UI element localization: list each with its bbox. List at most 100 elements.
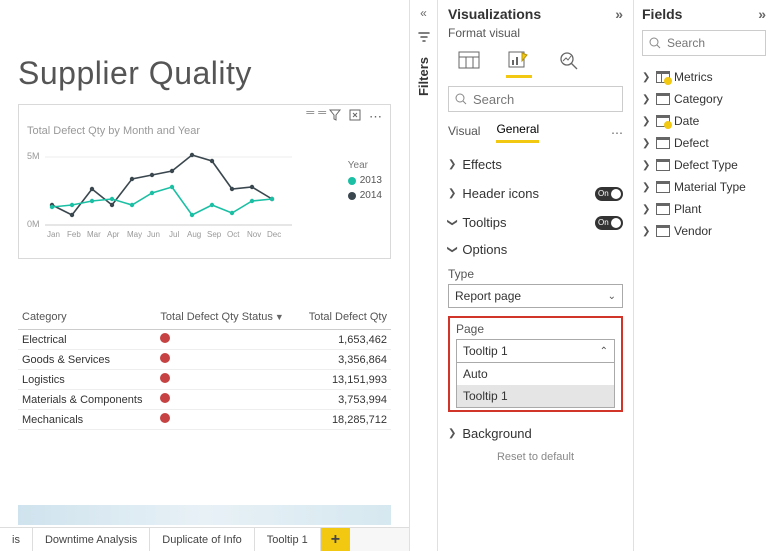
- subtab-visual[interactable]: Visual: [448, 124, 480, 142]
- format-visual-tab[interactable]: [504, 48, 534, 72]
- build-visual-tab[interactable]: [454, 48, 484, 72]
- reset-to-default-link[interactable]: Reset to default: [448, 451, 623, 463]
- field-item-defect-type[interactable]: ❯Defect Type: [642, 154, 766, 176]
- highlighted-page-option: Page Tooltip 1 ⌃ Auto Tooltip 1: [448, 316, 623, 412]
- chevron-right-icon: ❯: [642, 116, 652, 127]
- chart-title: Total Defect Qty by Month and Year: [27, 125, 382, 137]
- field-label: Material Type: [674, 180, 746, 194]
- search-icon: [649, 37, 661, 49]
- field-item-metrics[interactable]: ❯Metrics: [642, 66, 766, 88]
- section-tooltips[interactable]: ❯ Tooltips On: [448, 215, 623, 230]
- tab-downtime-analysis[interactable]: Downtime Analysis: [33, 528, 150, 551]
- chevron-down-icon: ⌄: [608, 291, 616, 302]
- field-item-material-type[interactable]: ❯ Material Type: [642, 176, 766, 198]
- more-options-icon[interactable]: ⋯: [369, 109, 382, 125]
- expand-filters-icon[interactable]: «: [420, 6, 427, 20]
- drag-handle-icon[interactable]: ══: [306, 107, 330, 119]
- svg-text:Nov: Nov: [247, 230, 261, 239]
- type-label: Type: [448, 267, 623, 281]
- tooltips-toggle[interactable]: On: [595, 216, 623, 230]
- field-item-plant[interactable]: ❯Plant: [642, 198, 766, 220]
- page-select-options: Auto Tooltip 1: [456, 363, 615, 408]
- col-qty[interactable]: Total Defect Qty: [298, 309, 391, 330]
- tab-duplicate-of-info[interactable]: Duplicate of Info: [150, 528, 255, 551]
- page-select[interactable]: Tooltip 1 ⌃: [456, 339, 615, 363]
- more-format-options-icon[interactable]: ⋯: [611, 126, 623, 140]
- section-options[interactable]: ❯ Options: [448, 242, 623, 257]
- add-page-button[interactable]: +: [321, 528, 350, 551]
- filters-label[interactable]: Filters: [416, 57, 431, 96]
- field-label: Metrics: [674, 70, 713, 84]
- chevron-right-icon: ❯: [642, 94, 652, 105]
- chevron-right-icon: ❯: [448, 188, 456, 199]
- fields-search-input[interactable]: Search: [642, 30, 766, 56]
- tab-partial[interactable]: is: [0, 528, 33, 551]
- visualizations-title: Visualizations: [448, 6, 541, 22]
- filter-icon[interactable]: [329, 109, 341, 125]
- field-item-defect[interactable]: ❯Defect: [642, 132, 766, 154]
- focus-mode-icon[interactable]: [349, 109, 361, 125]
- sort-descending-icon: ▼: [275, 312, 284, 322]
- field-item-vendor[interactable]: ❯Vendor: [642, 220, 766, 242]
- report-canvas: Supplier Quality ══ ⋯ Total Defect Qty b…: [0, 0, 410, 551]
- chevron-right-icon: ❯: [642, 160, 652, 171]
- table-icon: [656, 159, 670, 171]
- chevron-right-icon: ❯: [642, 182, 652, 193]
- table-icon: [656, 115, 670, 127]
- field-item-category[interactable]: ❯ Category: [642, 88, 766, 110]
- svg-text:Apr: Apr: [107, 230, 120, 239]
- line-chart-visual[interactable]: ══ ⋯ Total Defect Qty by Month and Year …: [18, 104, 391, 259]
- collapse-pane-icon[interactable]: »: [615, 6, 623, 22]
- subtab-general[interactable]: General: [496, 122, 539, 143]
- svg-text:Feb: Feb: [67, 230, 81, 239]
- section-header-icons[interactable]: ❯ Header icons On: [448, 186, 623, 201]
- header-icons-toggle[interactable]: On: [595, 187, 623, 201]
- tab-tooltip-1[interactable]: Tooltip 1: [255, 528, 321, 551]
- col-status[interactable]: Total Defect Qty Status▼: [156, 309, 298, 330]
- status-indicator-icon: [160, 413, 170, 423]
- status-indicator-icon: [160, 333, 170, 343]
- visualizations-pane: Visualizations » Format visual Search Vi…: [438, 0, 634, 551]
- table-row[interactable]: Materials & Components3,753,994: [18, 390, 391, 410]
- svg-text:Jul: Jul: [169, 230, 179, 239]
- svg-text:0M: 0M: [27, 219, 40, 229]
- chevron-right-icon: ❯: [642, 138, 652, 149]
- table-row[interactable]: Electrical1,653,462: [18, 330, 391, 350]
- type-select[interactable]: Report page ⌄: [448, 284, 623, 308]
- col-category[interactable]: Category: [18, 309, 156, 330]
- status-indicator-icon: [160, 373, 170, 383]
- analytics-tab[interactable]: [554, 48, 584, 72]
- page-option-tooltip-1[interactable]: Tooltip 1: [457, 385, 614, 407]
- table-row[interactable]: Goods & Services3,356,864: [18, 350, 391, 370]
- field-label: Plant: [674, 202, 701, 216]
- chevron-right-icon: ❯: [448, 428, 456, 439]
- table-icon: [656, 181, 670, 193]
- chevron-down-icon: ❯: [447, 245, 458, 253]
- chevron-right-icon: ❯: [448, 159, 456, 170]
- chevron-up-icon: ⌃: [600, 346, 608, 357]
- svg-text:May: May: [127, 230, 142, 239]
- section-background[interactable]: ❯ Background: [448, 426, 623, 441]
- table-row[interactable]: Mechanicals18,285,712: [18, 410, 391, 430]
- collapse-fields-icon[interactable]: »: [758, 6, 766, 22]
- fields-pane: Fields » Search ❯Metrics❯Category❯Date❯D…: [634, 0, 774, 551]
- field-label: Category: [674, 92, 723, 106]
- table-row[interactable]: Logistics13,151,993: [18, 370, 391, 390]
- table-icon: [656, 225, 670, 237]
- status-indicator-icon: [160, 353, 170, 363]
- svg-text:Sep: Sep: [207, 230, 222, 239]
- page-label: Page: [456, 322, 615, 336]
- calc-badge-icon: [664, 121, 672, 129]
- map-visual[interactable]: [18, 505, 391, 525]
- filters-icon[interactable]: [417, 30, 431, 47]
- section-effects[interactable]: ❯ Effects: [448, 157, 623, 172]
- format-search-input[interactable]: Search: [448, 86, 623, 112]
- svg-text:Jan: Jan: [47, 230, 60, 239]
- category-table-visual[interactable]: Category Total Defect Qty Status▼ Total …: [18, 309, 391, 430]
- status-indicator-icon: [160, 393, 170, 403]
- field-item-date[interactable]: ❯Date: [642, 110, 766, 132]
- page-option-auto[interactable]: Auto: [457, 363, 614, 385]
- table-icon: [656, 93, 670, 105]
- table-icon: [656, 137, 670, 149]
- svg-text:5M: 5M: [27, 151, 40, 161]
